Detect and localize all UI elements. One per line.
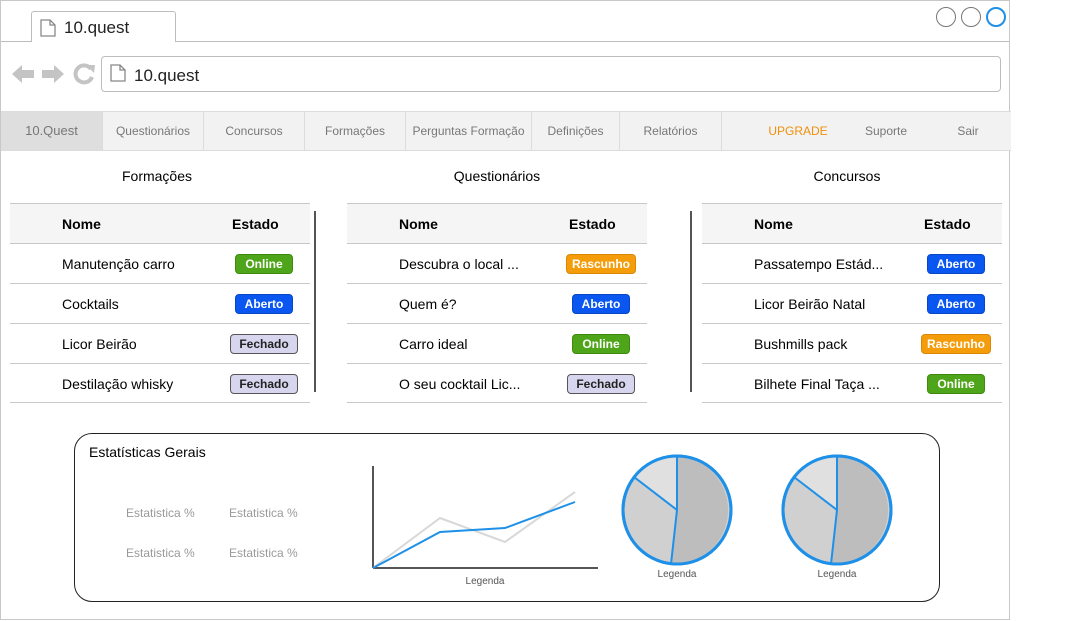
table-row[interactable]: Licor Beirão Fechado [10, 323, 310, 363]
tab-title: 10.quest [64, 18, 130, 37]
pie-chart [621, 454, 733, 566]
window-minimize-button[interactable] [936, 7, 956, 27]
table-row[interactable]: Passatempo Estád... Aberto [702, 243, 1002, 283]
status-badge: Aberto [572, 294, 630, 314]
address-bar[interactable]: 10.quest [101, 56, 1001, 92]
stats-title: Estatísticas Gerais [89, 444, 206, 460]
column-header-name: Nome [754, 216, 793, 232]
pie-chart-legend: Legenda [657, 569, 697, 580]
chart-series-blue [372, 501, 576, 569]
table-row[interactable]: Destilação whisky Fechado [10, 363, 310, 403]
menu-item-questionarios[interactable]: Questionários [103, 112, 204, 150]
column-header-name: Nome [62, 216, 101, 232]
table-header: Nome Estado [347, 203, 647, 243]
column-header-name: Nome [399, 216, 438, 232]
window-maximize-button[interactable] [961, 7, 981, 27]
row-name: Licor Beirão Natal [754, 296, 866, 312]
table-row[interactable]: Carro ideal Online [347, 323, 647, 363]
pie-slice-large [831, 456, 889, 565]
column-header-state: Estado [232, 216, 279, 232]
reload-icon[interactable] [72, 63, 96, 90]
stat-label: Estatistica % [229, 506, 298, 520]
status-badge: Online [927, 374, 985, 394]
row-name: Bilhete Final Taça ... [754, 376, 880, 392]
row-name: O seu cocktail Lic... [399, 376, 521, 392]
status-badge: Rascunho [566, 254, 636, 274]
page-icon [40, 19, 56, 42]
status-badge: Fechado [230, 334, 298, 354]
table-row[interactable]: O seu cocktail Lic... Fechado [347, 363, 647, 403]
row-name: Licor Beirão [62, 336, 137, 352]
questionarios-title: Questionários [453, 168, 541, 184]
menu-item-formacoes[interactable]: Formações [305, 112, 406, 150]
address-text: 10.quest [134, 66, 200, 85]
table-row[interactable]: Bilhete Final Taça ... Online [702, 363, 1002, 403]
line-chart-legend: Legenda [465, 576, 505, 587]
table-row[interactable]: Cocktails Aberto [10, 283, 310, 323]
menu-item-upgrade[interactable]: UPGRADE [748, 112, 848, 150]
status-badge: Aberto [927, 294, 985, 314]
column-divider [314, 211, 316, 392]
status-badge: Fechado [230, 374, 298, 394]
row-name: Descubra o local ... [399, 256, 519, 272]
stat-label: Estatistica % [229, 546, 298, 560]
row-name: Manutenção carro [62, 256, 175, 272]
row-name: Passatempo Estád... [754, 256, 884, 272]
concursos-table: Nome Estado Passatempo Estád... Aberto Lic… [702, 203, 1002, 403]
formacoes-table: Nome Estado Manutenção carro Online Cockta… [10, 203, 310, 403]
row-name: Quem é? [399, 296, 457, 312]
menu-item-relatorios[interactable]: Relatórios [620, 112, 722, 150]
forward-arrow-icon[interactable] [41, 63, 65, 90]
status-badge: Online [572, 334, 630, 354]
pie-chart [781, 454, 893, 566]
browser-tab[interactable]: 10.quest [31, 11, 176, 42]
row-name: Destilação whisky [62, 376, 174, 392]
status-badge: Aberto [235, 294, 293, 314]
status-badge: Online [235, 254, 293, 274]
column-header-state: Estado [924, 216, 971, 232]
browser-window: 10.quest 10.quest 10.Quest Questionários… [0, 0, 1011, 620]
questionarios-table: Nome Estado Descubra o local ... Rascunho… [347, 203, 647, 403]
formacoes-title: Formações [121, 168, 193, 184]
menu-item-concursos[interactable]: Concursos [204, 112, 305, 150]
table-row[interactable]: Quem é? Aberto [347, 283, 647, 323]
table-row[interactable]: Bushmills pack Rascunho [702, 323, 1002, 363]
status-badge: Fechado [567, 374, 635, 394]
line-chart [372, 466, 598, 569]
back-arrow-icon[interactable] [11, 63, 35, 90]
table-row[interactable]: Licor Beirão Natal Aberto [702, 283, 1002, 323]
menu-item-home[interactable]: 10.Quest [1, 112, 103, 150]
pie-slice-large [671, 456, 729, 565]
menu-item-perguntas-formacao[interactable]: Perguntas Formação [406, 112, 532, 150]
row-name: Carro ideal [399, 336, 468, 352]
stat-label: Estatistica % [126, 506, 195, 520]
concursos-title: Concursos [813, 168, 881, 184]
window-close-button[interactable] [986, 7, 1006, 27]
main-menu: 10.Quest Questionários Concursos Formaçõ… [1, 111, 1011, 151]
table-row[interactable]: Descubra o local ... Rascunho [347, 243, 647, 283]
menu-item-sair[interactable]: Sair [918, 112, 1018, 150]
table-header: Nome Estado [10, 203, 310, 243]
menu-item-definicoes[interactable]: Definições [532, 112, 620, 150]
status-badge: Aberto [927, 254, 985, 274]
row-name: Bushmills pack [754, 336, 848, 352]
stat-label: Estatistica % [126, 546, 195, 560]
pie-chart-legend: Legenda [817, 569, 857, 580]
table-row[interactable]: Manutenção carro Online [10, 243, 310, 283]
page-icon [110, 64, 126, 87]
column-header-state: Estado [569, 216, 616, 232]
status-badge: Rascunho [921, 334, 991, 354]
row-name: Cocktails [62, 296, 119, 312]
table-header: Nome Estado [702, 203, 1002, 243]
stats-panel: Estatísticas Gerais Estatistica % Estati… [74, 433, 940, 602]
column-divider [690, 211, 692, 392]
